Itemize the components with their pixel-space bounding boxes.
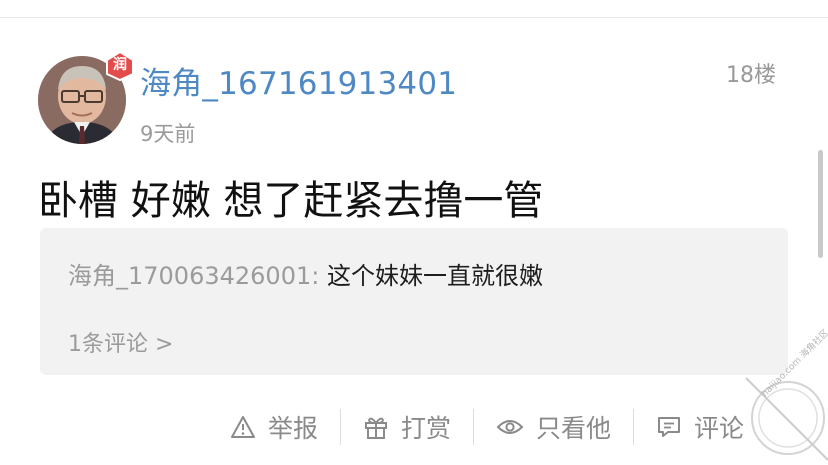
warning-icon — [231, 416, 255, 438]
view-comments-link[interactable]: 1条评论 > — [68, 326, 173, 358]
reply-preview[interactable]: 海角_170063426001: 这个妹妹一直就很嫩 1条评论 > — [40, 228, 788, 375]
floor-number: 18楼 — [726, 63, 776, 88]
tip-label: 打赏 — [401, 414, 452, 443]
only-view-him-label: 只看他 — [536, 414, 612, 443]
post-time: 9天前 — [140, 122, 196, 146]
eye-icon — [496, 420, 524, 434]
comment-label: 评论 — [694, 414, 745, 443]
action-bar: 举报 打赏 只看他 评论 — [230, 405, 766, 449]
tip-button[interactable]: 打赏 — [341, 405, 473, 449]
post-page: 润 海角_167161913401 9天前 18楼 卧槽 好嫩 想了赶紧去撸一管… — [0, 0, 828, 465]
reply-username[interactable]: 海角_170063426001: — [68, 262, 327, 290]
gift-icon — [365, 417, 388, 439]
post-content: 卧槽 好嫩 想了赶紧去撸一管 — [38, 178, 544, 224]
report-label: 举报 — [268, 414, 319, 443]
username-link[interactable]: 海角_167161913401 — [140, 58, 457, 103]
reply-text: 这个妹妹一直就很嫩 — [326, 262, 543, 290]
reply-line: 海角_170063426001: 这个妹妹一直就很嫩 — [68, 256, 543, 291]
comment-icon — [658, 417, 681, 437]
only-view-him-button[interactable]: 只看他 — [474, 405, 633, 449]
user-badge: 润 — [113, 57, 127, 73]
top-divider — [0, 17, 828, 18]
scrollbar[interactable] — [818, 150, 823, 258]
report-button[interactable]: 举报 — [230, 405, 340, 449]
watermark-logo — [745, 377, 828, 461]
